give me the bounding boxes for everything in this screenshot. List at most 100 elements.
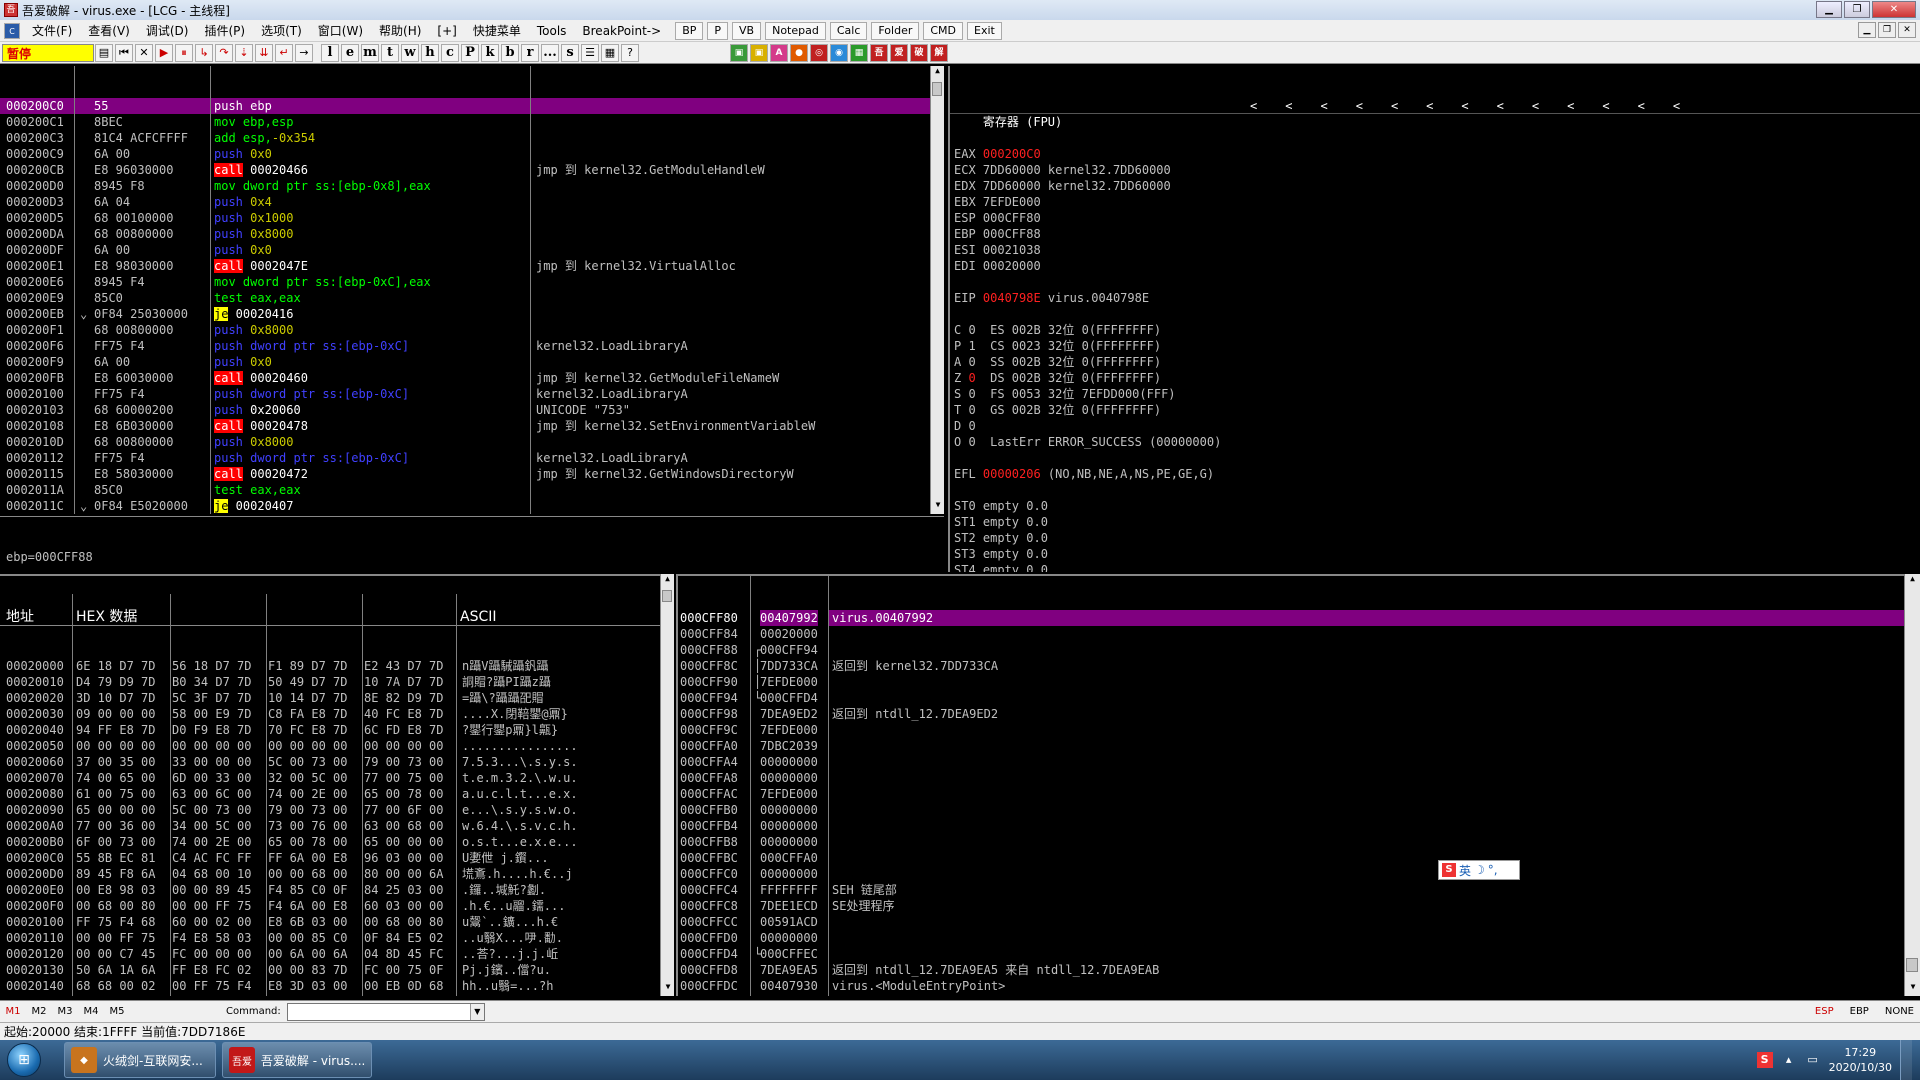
disasm-row[interactable]: 00020100 FF75 F4 push dword ptr ss:[ebp-0x… xyxy=(0,386,930,402)
register-line[interactable]: T 0 GS 002B 32位 0(FFFFFFFF) xyxy=(950,402,1920,418)
scroll-left-icon[interactable]: < xyxy=(1391,99,1398,113)
stack-row[interactable]: 000CFFA8 00000000 xyxy=(678,770,1904,786)
scroll-left-icon[interactable]: < xyxy=(1673,99,1680,113)
disasm-row[interactable]: 0002010D 68 00800000 push 0x8000 xyxy=(0,434,930,450)
disasm-row[interactable]: 00020108 E8 6B030000 call 00020478 jmp 到 ke… xyxy=(0,418,930,434)
window-button[interactable]: c xyxy=(441,43,459,62)
register-line[interactable]: EBP 000CFF88 xyxy=(950,226,1920,242)
register-line[interactable]: ESI 00021038 xyxy=(950,242,1920,258)
close-process-icon[interactable]: ✕ xyxy=(135,43,153,62)
show-desktop-button[interactable] xyxy=(1900,1040,1912,1080)
scroll-down-icon[interactable]: ▼ xyxy=(661,982,675,996)
trace-over-icon[interactable]: ⇊ xyxy=(255,43,273,62)
dump-row[interactable]: 00020000 6E 18 D7 7D 56 18 D7 7D F1 89 D7 7… xyxy=(0,658,660,674)
plugin-button[interactable]: 吾 xyxy=(870,43,888,62)
register-line[interactable] xyxy=(950,450,1920,466)
menu-item[interactable]: 窗口(W) xyxy=(310,21,371,41)
plugin-button[interactable]: 爱 xyxy=(890,43,908,62)
stack-row[interactable]: 000CFFB8 00000000 xyxy=(678,834,1904,850)
dump-row[interactable]: 00020110 00 00 FF 75 F4 E8 58 03 00 00 85 C… xyxy=(0,930,660,946)
follow-register-button[interactable]: NONE xyxy=(1885,1006,1914,1017)
mark-button[interactable]: M2 xyxy=(26,1006,52,1017)
disasm-row[interactable]: 000200F6 FF75 F4 push dword ptr ss:[ebp-0x… xyxy=(0,338,930,354)
command-input[interactable]: ▼ xyxy=(286,1002,485,1021)
disassembly-pane[interactable]: 000200C0 55 push ebp 000200C1 8BEC mov ebp,es… xyxy=(0,66,930,514)
mark-button[interactable]: M1 xyxy=(0,1006,26,1017)
menu-item[interactable]: 文件(F) xyxy=(24,21,80,41)
follow-register-button[interactable]: EBP xyxy=(1850,1006,1869,1017)
plugin-blue-icon[interactable]: ◉ xyxy=(830,43,848,62)
mark-button[interactable]: M3 xyxy=(52,1006,78,1017)
window-button[interactable]: P xyxy=(461,43,479,62)
run-icon[interactable]: ▶ xyxy=(155,43,173,62)
dump-row[interactable]: 00020100 FF 75 F4 68 60 00 02 00 E8 6B 03 0… xyxy=(0,914,660,930)
dump-row[interactable]: 00020150 94 00 02 00 FF 75 F4 E8 2E 03 00 0… xyxy=(0,994,660,996)
dump-row[interactable]: 000200E0 00 E8 98 03 00 00 89 45 F4 85 C0 0… xyxy=(0,882,660,898)
execute-till-return-icon[interactable]: ↵ xyxy=(275,43,293,62)
sogou-tray-icon[interactable]: S xyxy=(1756,1052,1773,1068)
stack-scrollbar[interactable]: ▲ ▼ xyxy=(1904,574,1920,996)
register-line[interactable]: ST0 empty 0.0 xyxy=(950,498,1920,514)
taskbar-app[interactable]: 吾爱 吾爱破解 - virus.... xyxy=(222,1042,372,1078)
dump-row[interactable]: 00020050 00 00 00 00 00 00 00 00 00 00 00 0… xyxy=(0,738,660,754)
disasm-row[interactable]: 000200E6 8945 F4 mov dword ptr ss:[ebp-0xC… xyxy=(0,274,930,290)
scroll-up-icon[interactable]: ▲ xyxy=(661,574,674,588)
scroll-left-icon[interactable]: < xyxy=(1567,99,1574,113)
dump-row[interactable]: 00020030 09 00 00 00 58 00 E9 7D C8 FA E8 7… xyxy=(0,706,660,722)
stack-row[interactable]: 000CFFD4 └ 000CFFEC xyxy=(678,946,1904,962)
register-line[interactable]: ST1 empty 0.0 xyxy=(950,514,1920,530)
goto-icon[interactable]: → xyxy=(295,43,313,62)
menu-item[interactable]: Tools xyxy=(529,21,575,41)
scroll-left-icon[interactable]: < xyxy=(1638,99,1645,113)
step-over-icon[interactable]: ↷ xyxy=(215,43,233,62)
stack-row[interactable]: 000CFF98 7DEA9ED2 返回到 ntdll_12.7DEA9ED2 xyxy=(678,706,1904,722)
stack-row[interactable]: 000CFFC0 00000000 xyxy=(678,866,1904,882)
register-line[interactable]: C 0 ES 002B 32位 0(FFFFFFFF) xyxy=(950,322,1920,338)
menu-item[interactable]: 查看(V) xyxy=(80,21,138,41)
stack-row[interactable]: 000CFFD8 7DEA9EA5 返回到 ntdll_12.7DEA9EA5 来自… xyxy=(678,962,1904,978)
stack-row[interactable]: 000CFFA0 7DBC2039 xyxy=(678,738,1904,754)
disasm-row[interactable]: 000200EB ⌄ 0F84 25030000 je 00020416 xyxy=(0,306,930,322)
grid-icon[interactable]: ▦ xyxy=(601,43,619,62)
help-icon[interactable]: ? xyxy=(621,43,639,62)
stack-row[interactable]: 000CFF9C 7EFDE000 xyxy=(678,722,1904,738)
disasm-row[interactable]: 000200C3 81C4 ACFCFFFF add esp,-0x354 xyxy=(0,130,930,146)
ime-language[interactable]: 英 xyxy=(1459,862,1471,879)
register-line[interactable] xyxy=(950,482,1920,498)
register-line[interactable]: A 0 SS 002B 32位 0(FFFFFFFF) xyxy=(950,354,1920,370)
dump-row[interactable]: 00020090 65 00 00 00 5C 00 73 00 79 00 73 0… xyxy=(0,802,660,818)
register-line[interactable]: EAX 000200C0 xyxy=(950,146,1920,162)
mdi-minimize-button[interactable]: ▁ xyxy=(1858,22,1876,38)
mdi-system-icon[interactable]: C xyxy=(4,22,20,39)
registers-pane[interactable]: 寄存器 (FPU) < < < < < < < < < < < < < EAX 000200C0 ECX … xyxy=(948,66,1920,572)
register-line[interactable]: ST2 empty 0.0 xyxy=(950,530,1920,546)
dump-row[interactable]: 00020020 3D 10 D7 7D 5C 3F D7 7D 10 14 D7 7… xyxy=(0,690,660,706)
stack-row[interactable]: 000CFFDC 00407930 virus.<ModuleEntryPoint> xyxy=(678,978,1904,994)
chevron-up-icon[interactable]: ▴ xyxy=(1781,1052,1797,1068)
disasm-row[interactable]: 000200D0 8945 F8 mov dword ptr ss:[ebp-0x8… xyxy=(0,178,930,194)
window-button[interactable]: s xyxy=(561,43,579,62)
window-button[interactable]: r xyxy=(521,43,539,62)
mark-button[interactable]: M5 xyxy=(104,1006,130,1017)
stack-pane[interactable]: 000CFF80 00407992 virus.00407992 000CFF84 00… xyxy=(676,574,1904,996)
window-button[interactable]: k xyxy=(481,43,499,62)
punctuation-icon[interactable]: °, xyxy=(1488,863,1498,877)
scroll-left-icon[interactable]: < xyxy=(1461,99,1468,113)
moon-icon[interactable]: ☽ xyxy=(1474,863,1485,877)
tool-button[interactable]: Folder xyxy=(871,21,920,40)
window-button[interactable]: m xyxy=(361,43,379,62)
mark-button[interactable]: M4 xyxy=(78,1006,104,1017)
register-line[interactable]: D 0 xyxy=(950,418,1920,434)
scroll-left-icon[interactable]: < xyxy=(1497,99,1504,113)
scroll-left-icon[interactable]: < xyxy=(1532,99,1539,113)
ime-toolbar[interactable]: S 英 ☽ °, xyxy=(1438,860,1520,880)
window-button[interactable]: h xyxy=(421,43,439,62)
scroll-left-icon[interactable]: < xyxy=(1356,99,1363,113)
list-icon[interactable]: ☰ xyxy=(581,43,599,62)
chevron-down-icon[interactable]: ▼ xyxy=(469,1003,484,1020)
scroll-thumb[interactable] xyxy=(1906,958,1918,972)
register-line[interactable]: ESP 000CFF80 xyxy=(950,210,1920,226)
disasm-row[interactable]: 00020112 FF75 F4 push dword ptr ss:[ebp-0x… xyxy=(0,450,930,466)
register-line[interactable] xyxy=(950,274,1920,290)
dump-row[interactable]: 00020010 D4 79 D9 7D B0 34 D7 7D 50 49 D7 7… xyxy=(0,674,660,690)
